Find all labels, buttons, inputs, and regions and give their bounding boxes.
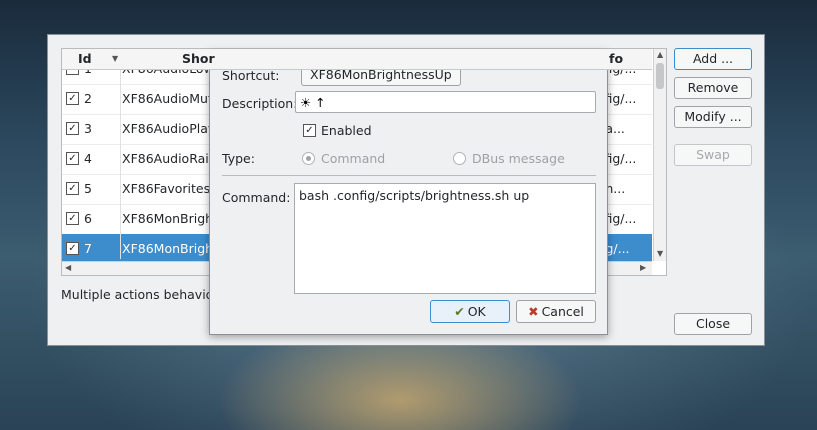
swap-button[interactable]: Swap (674, 144, 752, 166)
ok-label: OK (467, 304, 486, 319)
row-name: XF86MonBrigh (122, 211, 214, 226)
row-id: 3 (84, 121, 92, 136)
scroll-up-icon[interactable]: ▲ (657, 50, 663, 59)
remove-button[interactable]: Remove (674, 77, 752, 99)
type-dbus-label: DBus message (472, 151, 565, 166)
row-name: XF86AudioPlay (122, 121, 216, 136)
enabled-checkbox[interactable]: ✓ (303, 124, 316, 137)
row-checkbox[interactable]: ✓ (66, 152, 79, 165)
header-id[interactable]: Id (78, 51, 92, 66)
row-name: XF86Favorites (122, 181, 211, 196)
ok-button[interactable]: ✔ OK (430, 300, 510, 323)
row-checkbox[interactable]: ✓ (66, 182, 79, 195)
command-label: Command: (222, 190, 291, 205)
ok-check-icon: ✔ (454, 304, 465, 319)
row-name: XF86MonBrigh (122, 241, 214, 256)
table-header-overlay: Id ▼ Shor fo (62, 49, 652, 70)
modify-button[interactable]: Modify ... (674, 106, 752, 128)
row-checkbox[interactable]: ✓ (66, 212, 79, 225)
enabled-label[interactable]: Enabled (321, 123, 372, 138)
sort-arrow-icon: ▼ (112, 54, 119, 63)
close-button[interactable]: Close (674, 313, 752, 335)
row-checkbox[interactable]: ✓ (66, 242, 79, 255)
row-id: 5 (84, 181, 92, 196)
type-command-label: Command (321, 151, 386, 166)
row-id: 6 (84, 211, 92, 226)
type-dbus-radio[interactable] (453, 152, 466, 165)
description-input[interactable] (295, 91, 596, 113)
command-textarea[interactable]: bash .config/scripts/brightness.sh up (294, 183, 596, 294)
row-id: 4 (84, 151, 92, 166)
header-shortcut[interactable]: Shor (182, 51, 215, 66)
cancel-button[interactable]: ✖ Cancel (516, 300, 596, 323)
cancel-x-icon: ✖ (528, 304, 539, 319)
scroll-thumb[interactable] (656, 63, 664, 89)
row-checkbox[interactable]: ✓ (66, 92, 79, 105)
header-info[interactable]: fo (609, 51, 623, 66)
edit-shortcut-dialog: Shortcut: XF86MonBrightnessUp Descriptio… (209, 51, 608, 335)
cancel-label: Cancel (541, 304, 584, 319)
row-name: XF86AudioMut (122, 91, 213, 106)
row-name: XF86AudioRais (122, 151, 216, 166)
multiple-actions-label: Multiple actions behaviou (61, 287, 222, 302)
scroll-right-icon[interactable]: ▶ (640, 263, 646, 272)
shortcut-label: Shortcut: (222, 68, 280, 83)
vertical-scrollbar[interactable]: ▲ ▼ (653, 49, 666, 261)
scroll-down-icon[interactable]: ▼ (657, 249, 663, 258)
type-command-radio[interactable] (302, 152, 315, 165)
column-divider (120, 49, 121, 259)
scroll-left-icon[interactable]: ◀ (65, 263, 71, 272)
row-id: 2 (84, 91, 92, 106)
description-label: Description: (222, 96, 298, 111)
row-checkbox[interactable]: ✓ (66, 122, 79, 135)
add-button[interactable]: Add ... (674, 48, 752, 70)
separator (222, 175, 596, 176)
row-id: 7 (84, 241, 92, 256)
type-label: Type: (222, 151, 255, 166)
